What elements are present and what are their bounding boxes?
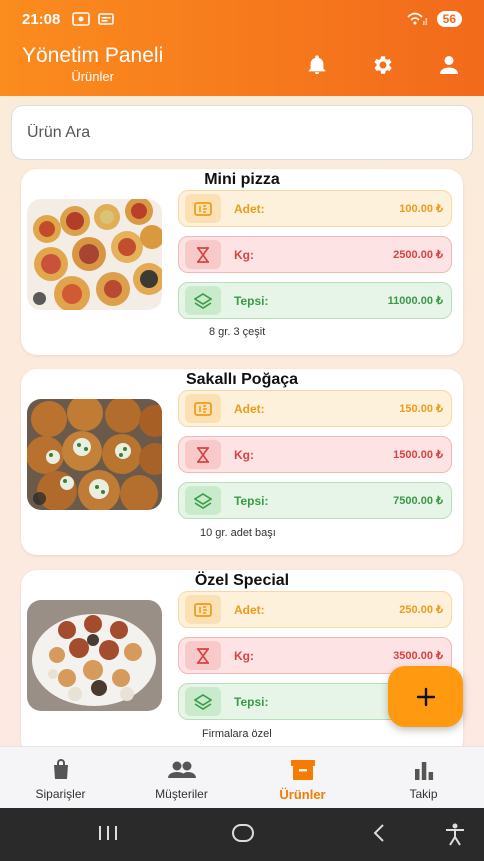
price-label: Kg: <box>234 247 254 262</box>
back-icon <box>373 824 384 842</box>
product-note: Firmalara özel <box>202 728 272 740</box>
bell-icon <box>308 55 326 75</box>
price-label: Tepsi: <box>234 493 269 508</box>
home-icon <box>232 824 254 842</box>
camera-icon <box>33 292 46 305</box>
camera-icon <box>33 492 46 505</box>
product-name: Mini pizza <box>204 171 280 188</box>
layers-icon <box>194 292 212 309</box>
screen-record-icon <box>72 12 91 26</box>
wifi-signal-icon <box>407 12 427 25</box>
price-row-adet: Adet: 150.00 ₺ <box>178 390 452 427</box>
price-value: 1500.00 ₺ <box>393 449 443 461</box>
price-value: 150.00 ₺ <box>399 403 443 415</box>
status-notification-icons <box>72 12 115 26</box>
person-icon <box>440 56 458 74</box>
search-input[interactable] <box>27 123 472 142</box>
product-image[interactable] <box>27 600 162 711</box>
recent-apps-icon <box>99 826 117 840</box>
products-list-area[interactable]: Mini pizza Adet: 100.00 <box>0 96 484 746</box>
nav-label: Müşteriler <box>155 787 208 801</box>
status-time: 21:08 <box>22 10 61 28</box>
add-product-button[interactable] <box>388 666 463 727</box>
gallery-icon <box>98 13 115 25</box>
product-note: 8 gr. 3 çeşit <box>209 326 266 338</box>
plus-icon <box>416 687 435 706</box>
scale-icon <box>197 647 209 664</box>
nav-label: Siparişler <box>35 787 86 801</box>
page-subtitle: Ürünler <box>71 69 114 84</box>
gear-icon <box>374 56 392 74</box>
product-name: Sakallı Poğaça <box>185 371 299 388</box>
sakalli-pogaca-photo <box>27 399 162 510</box>
product-name: Özel Special <box>194 572 290 589</box>
ticket-icon <box>194 602 212 617</box>
product-image[interactable] <box>27 199 162 310</box>
layers-icon <box>194 693 212 710</box>
price-label: Adet: <box>234 602 265 617</box>
accessibility-button[interactable] <box>444 822 466 846</box>
bar-chart-icon <box>414 762 433 780</box>
nav-item-customers[interactable]: Müşteriler <box>121 747 242 808</box>
settings-button[interactable] <box>370 52 396 78</box>
profile-button[interactable] <box>436 52 462 78</box>
search-field[interactable] <box>11 105 473 160</box>
app-header: Yönetim Paneli Ürünler <box>0 38 484 96</box>
price-value: 11000.00 ₺ <box>387 295 443 307</box>
inventory-box-icon <box>290 760 315 780</box>
price-value: 7500.00 ₺ <box>393 495 443 507</box>
ticket-icon <box>194 401 212 416</box>
price-row-kg: Kg: 2500.00 ₺ <box>178 236 452 273</box>
nav-item-tracking[interactable]: Takip <box>363 747 484 808</box>
page-title: Yönetim Paneli <box>22 44 164 67</box>
notifications-button[interactable] <box>304 52 330 78</box>
price-row-tepsi: Tepsi: 7500.00 ₺ <box>178 482 452 519</box>
price-label: Tepsi: <box>234 293 269 308</box>
price-label: Tepsi: <box>234 694 269 709</box>
price-row-adet: Adet: 250.00 ₺ <box>178 591 452 628</box>
scale-icon <box>197 246 209 263</box>
people-icon <box>167 761 196 778</box>
system-navigation-bar <box>0 808 484 861</box>
price-label: Adet: <box>234 401 265 416</box>
back-button[interactable] <box>370 823 388 843</box>
nav-item-products[interactable]: Ürünler <box>242 747 363 808</box>
battery-badge: 56 <box>436 11 462 27</box>
home-button[interactable] <box>231 823 255 843</box>
product-note: 10 gr. adet başı <box>200 527 276 539</box>
price-label: Kg: <box>234 447 254 462</box>
price-value: 250.00 ₺ <box>399 604 443 616</box>
price-value: 100.00 ₺ <box>399 203 443 215</box>
price-value: 3500.00 ₺ <box>393 650 443 662</box>
accessibility-icon <box>446 823 464 846</box>
ozel-special-photo <box>27 600 162 711</box>
layers-icon <box>194 492 212 509</box>
product-card[interactable]: Mini pizza Adet: 100.00 ₺ Kg: 2500.00 ₺ … <box>21 169 463 355</box>
mini-pizza-photo <box>27 199 162 310</box>
product-card[interactable]: Sakallı Poğaça Adet: 150.00 ₺ Kg: 1500.0… <box>21 369 463 555</box>
nav-label: Takip <box>409 787 438 801</box>
shopping-bag-icon <box>53 759 68 779</box>
price-value: 2500.00 ₺ <box>393 249 443 261</box>
price-row-tepsi: Tepsi: 11000.00 ₺ <box>178 282 452 319</box>
recent-apps-button[interactable] <box>97 824 119 842</box>
price-row-adet: Adet: 100.00 ₺ <box>178 190 452 227</box>
ticket-icon <box>194 201 212 216</box>
price-label: Kg: <box>234 648 254 663</box>
status-bar: 21:08 56 <box>0 0 484 38</box>
bottom-navigation: Siparişler Müşteriler Ürünler Takip <box>0 746 484 808</box>
price-label: Adet: <box>234 201 265 216</box>
product-image[interactable] <box>27 399 162 510</box>
nav-item-orders[interactable]: Siparişler <box>0 747 121 808</box>
nav-label: Ürünler <box>279 787 326 802</box>
price-row-kg: Kg: 1500.00 ₺ <box>178 436 452 473</box>
scale-icon <box>197 446 209 463</box>
